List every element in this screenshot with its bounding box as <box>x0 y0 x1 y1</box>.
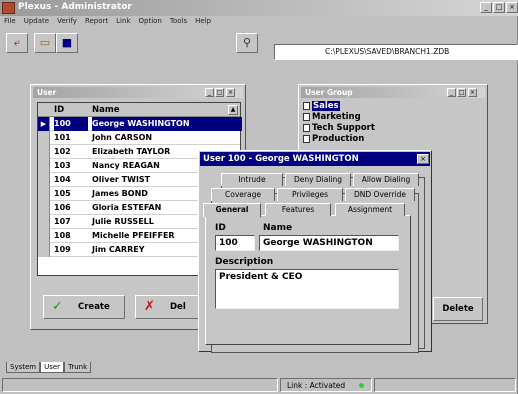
minimize-button[interactable]: _ <box>480 2 492 13</box>
maximize-button[interactable]: □ <box>493 2 505 13</box>
status-bar: Link : Activated <box>0 376 518 394</box>
menu-help[interactable]: Help <box>191 16 215 25</box>
tab-assignment[interactable]: Assignment <box>335 203 405 216</box>
status-panel-right <box>374 378 516 392</box>
menu-file[interactable]: File <box>0 16 20 25</box>
bottom-tab-strip: System User Trunk <box>6 362 92 374</box>
create-button[interactable]: ✓ Create <box>43 295 125 319</box>
menu-bar: File Update Verify Report Link Option Tools Hel… <box>0 16 518 30</box>
group-list: Sales Marketing Tech Support Production <box>303 99 483 153</box>
tab-trunk[interactable]: Trunk <box>64 362 92 373</box>
tab-deny-dialing[interactable]: Deny Dialing <box>285 173 351 186</box>
tab-general[interactable]: General <box>203 203 261 217</box>
tab-user[interactable]: User <box>40 362 65 373</box>
application-window: Plexus - Administrator _ □ × File Update V… <box>0 0 518 394</box>
group-maximize-button[interactable]: □ <box>457 88 466 97</box>
dialog-close-button[interactable]: × <box>417 154 429 164</box>
x-delete-icon: ✗ <box>144 299 155 314</box>
dialog-title: User 100 - George WASHINGTON <box>200 152 430 166</box>
description-field[interactable]: President & CEO <box>215 269 399 309</box>
menu-update[interactable]: Update <box>20 16 53 25</box>
tab-intrude[interactable]: Intrude <box>221 173 283 186</box>
tab-privileges[interactable]: Privileges <box>277 188 343 201</box>
tab-allow-dialing[interactable]: Allow Dialing <box>353 173 419 186</box>
column-id[interactable]: ID <box>54 103 64 117</box>
delete-group-button[interactable]: Delete <box>433 297 483 321</box>
document-icon <box>303 112 310 121</box>
user-close-button[interactable]: × <box>226 88 235 97</box>
description-label: Description <box>215 257 274 267</box>
title-bar: Plexus - Administrator _ □ × <box>0 0 518 16</box>
list-item[interactable]: Tech Support <box>303 123 375 134</box>
tab-features[interactable]: Features <box>265 203 331 216</box>
table-header: ID Name <box>38 103 240 117</box>
link-status-dot-icon <box>359 383 364 388</box>
document-icon <box>303 134 310 143</box>
menu-report[interactable]: Report <box>81 16 112 25</box>
checkmark-icon: ✓ <box>52 299 63 314</box>
menu-option[interactable]: Option <box>135 16 166 25</box>
close-button[interactable]: × <box>506 2 518 13</box>
document-icon <box>303 123 310 132</box>
menu-link[interactable]: Link <box>112 16 134 25</box>
tab-system[interactable]: System <box>6 362 41 373</box>
app-title: Plexus - Administrator <box>18 2 132 12</box>
user-properties-dialog: User 100 - George WASHINGTON × Intrude D… <box>198 150 432 353</box>
user-maximize-button[interactable]: □ <box>215 88 224 97</box>
search-icon[interactable]: ⚲ <box>236 33 258 53</box>
id-field[interactable]: 100 <box>215 235 255 251</box>
list-item[interactable]: Sales <box>303 101 340 112</box>
group-close-button[interactable]: × <box>468 88 477 97</box>
app-icon <box>2 2 15 14</box>
id-label: ID <box>215 223 226 233</box>
name-field[interactable]: George WASHINGTON <box>259 235 399 251</box>
group-minimize-button[interactable]: _ <box>447 88 456 97</box>
tab-dnd-override[interactable]: DND Override <box>345 188 415 201</box>
column-name[interactable]: Name <box>92 103 119 117</box>
table-row[interactable]: ▶ 100 George WASHINGTON <box>38 117 242 131</box>
list-item[interactable]: Production <box>303 134 364 145</box>
tab-coverage[interactable]: Coverage <box>211 188 275 201</box>
user-minimize-button[interactable]: _ <box>205 88 214 97</box>
document-icon <box>303 101 310 110</box>
open-folder-icon[interactable]: ▭ <box>34 33 56 53</box>
scroll-up-arrow[interactable]: ▲ <box>228 105 238 115</box>
status-panel-main <box>2 378 278 392</box>
menu-tools[interactable]: Tools <box>166 16 191 25</box>
database-path-field[interactable]: C:\PLEXUS\SAVED\BRANCH1.ZDB <box>274 44 518 60</box>
save-icon[interactable]: ■ <box>56 33 78 53</box>
exit-icon[interactable]: ⤶ <box>6 33 28 53</box>
current-row-arrow-icon: ▶ <box>38 117 50 131</box>
list-item[interactable]: Marketing <box>303 112 361 123</box>
menu-verify[interactable]: Verify <box>53 16 81 25</box>
name-label: Name <box>263 223 293 233</box>
link-status: Link : Activated <box>280 378 372 392</box>
table-row[interactable]: 101 John CARSON <box>38 131 240 145</box>
